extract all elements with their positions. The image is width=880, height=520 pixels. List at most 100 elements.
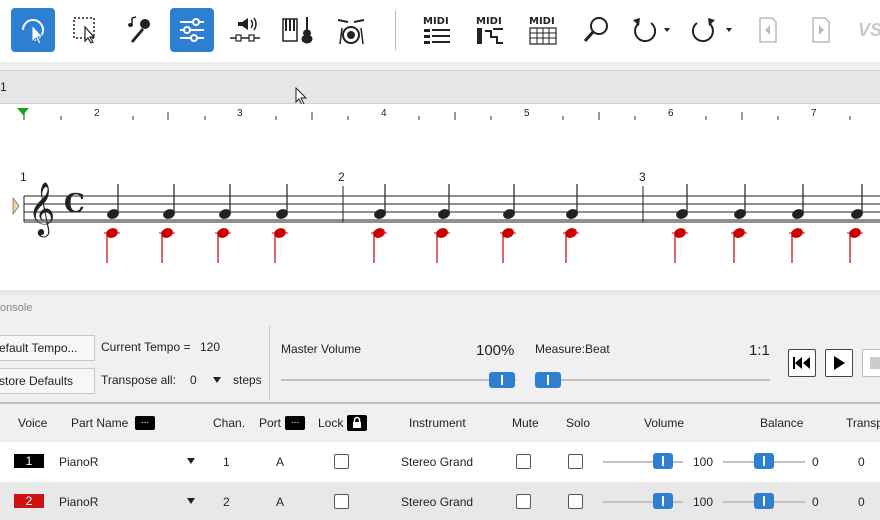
page-forward-button[interactable]: [799, 8, 843, 52]
ruler-label-6: 6: [668, 108, 674, 119]
timeline-ruler[interactable]: 2 3 4 5 6 7: [0, 104, 880, 127]
current-tempo-label: Current Tempo =: [101, 340, 191, 354]
vocal-input-button[interactable]: [117, 8, 161, 52]
master-volume-slider[interactable]: [281, 379, 516, 381]
part-dropdown-icon[interactable]: [187, 498, 195, 504]
rect-select-icon: [73, 17, 96, 44]
part-dropdown-icon[interactable]: [187, 458, 195, 464]
lock-checkbox[interactable]: [334, 454, 349, 469]
part-name-cell[interactable]: PianoR: [59, 495, 98, 509]
default-tempo-button[interactable]: efault Tempo...: [0, 335, 95, 361]
svg-text:MIDI: MIDI: [529, 16, 555, 27]
voice-badge: 2: [14, 494, 44, 508]
header-volume[interactable]: Volume: [644, 416, 684, 430]
chan-cell[interactable]: 1: [223, 455, 230, 469]
header-solo[interactable]: Solo: [566, 416, 590, 430]
ruler-ticks: [17, 108, 851, 120]
current-tempo-value[interactable]: 120: [200, 340, 220, 354]
transpose-value[interactable]: 0: [858, 495, 865, 509]
midi-list-button[interactable]: MIDI: [415, 8, 459, 52]
part-name-cell[interactable]: PianoR: [59, 455, 98, 469]
transpose-all-value[interactable]: 0: [190, 373, 197, 387]
instrument-cell[interactable]: Stereo Grand: [401, 495, 473, 509]
black-notes: [107, 184, 863, 219]
ruler-label-5: 5: [524, 108, 530, 119]
header-balance[interactable]: Balance: [760, 416, 803, 430]
mixer-sliders-icon: [180, 18, 204, 42]
port-cell[interactable]: A: [276, 455, 284, 469]
mute-checkbox[interactable]: [516, 454, 531, 469]
rewind-button[interactable]: [788, 349, 816, 377]
page-back-button[interactable]: [746, 8, 790, 52]
ruler-label-3: 3: [237, 108, 243, 119]
master-volume-thumb[interactable]: [489, 372, 515, 388]
stop-button[interactable]: [862, 349, 880, 377]
instruments-icon: [282, 17, 313, 44]
lock-icon: [347, 415, 367, 431]
undo-button[interactable]: [622, 8, 666, 52]
header-port[interactable]: Port: [259, 416, 281, 430]
select-arrow-icon: [22, 19, 45, 45]
midi-grid-button[interactable]: MIDI: [521, 8, 565, 52]
mute-checkbox[interactable]: [516, 494, 531, 509]
lock-button[interactable]: [347, 415, 367, 434]
select-tool-button[interactable]: [11, 8, 55, 52]
transpose-value[interactable]: 0: [858, 455, 865, 469]
volume-value: 100: [693, 455, 714, 469]
balance-thumb[interactable]: [754, 453, 774, 469]
redo-icon: [691, 18, 715, 43]
midi-steps-icon: MIDI: [476, 16, 503, 44]
redo-dropdown-icon[interactable]: [726, 28, 732, 32]
solo-checkbox[interactable]: [568, 454, 583, 469]
instruments-button[interactable]: [276, 8, 320, 52]
rect-select-button[interactable]: [64, 8, 108, 52]
instrument-cell[interactable]: Stereo Grand: [401, 455, 473, 469]
measure-beat-value: 1:1: [749, 342, 770, 359]
volume-thumb[interactable]: [653, 493, 673, 509]
toolbar-separator: [395, 10, 396, 50]
volume-thumb[interactable]: [653, 453, 673, 469]
svg-text:MIDI: MIDI: [423, 16, 449, 27]
audio-waveform-icon: [230, 17, 260, 42]
score-divider[interactable]: [0, 290, 880, 295]
drums-button[interactable]: [329, 8, 373, 52]
score-view[interactable]: 𝄞 C 1 2 3: [0, 126, 880, 290]
balance-thumb[interactable]: [754, 493, 774, 509]
midi-steps-button[interactable]: MIDI: [468, 8, 512, 52]
header-transpose[interactable]: Transp: [846, 416, 880, 430]
solo-checkbox[interactable]: [568, 494, 583, 509]
header-instrument[interactable]: Instrument: [409, 416, 466, 430]
master-volume-value: 100%: [476, 342, 515, 359]
port-cell[interactable]: A: [276, 495, 284, 509]
measure-beat-label: Measure:Beat: [535, 342, 610, 356]
measure-number-1: 1: [20, 170, 27, 184]
table-row[interactable]: 1 PianoR 1 A Stereo Grand 100 0 0: [0, 442, 880, 482]
redo-button[interactable]: [682, 8, 726, 52]
restore-defaults-button[interactable]: store Defaults: [0, 368, 95, 394]
lock-checkbox[interactable]: [334, 494, 349, 509]
table-row[interactable]: 2 PianoR 2 A Stereo Grand 100 0 0: [0, 482, 880, 520]
mixer-button[interactable]: [170, 8, 214, 52]
audio-button[interactable]: [223, 8, 267, 52]
console-divider: [269, 326, 270, 400]
header-voice[interactable]: Voice: [18, 416, 47, 430]
position-thumb[interactable]: [535, 372, 561, 388]
measure-strip[interactable]: 1: [0, 70, 880, 106]
zoom-button[interactable]: [574, 8, 618, 52]
treble-clef-icon: 𝄞: [28, 181, 55, 237]
transpose-all-label: Transpose all:: [101, 373, 176, 387]
transpose-dropdown-icon[interactable]: [213, 377, 221, 383]
undo-dropdown-icon[interactable]: [664, 28, 670, 32]
chan-cell[interactable]: 2: [223, 495, 230, 509]
header-chan[interactable]: Chan.: [213, 416, 245, 430]
midi-grid-icon: MIDI: [529, 16, 557, 45]
position-slider[interactable]: [537, 379, 770, 381]
part-name-dots-button[interactable]: ...: [135, 415, 155, 430]
port-dots-button[interactable]: ...: [285, 415, 305, 430]
header-mute[interactable]: Mute: [512, 416, 539, 430]
brand-logo: VS: [858, 20, 880, 40]
header-lock[interactable]: Lock: [318, 416, 343, 430]
play-button[interactable]: [825, 349, 853, 377]
staff-start-marker-icon: [12, 196, 20, 216]
header-part-name[interactable]: Part Name: [71, 416, 128, 430]
